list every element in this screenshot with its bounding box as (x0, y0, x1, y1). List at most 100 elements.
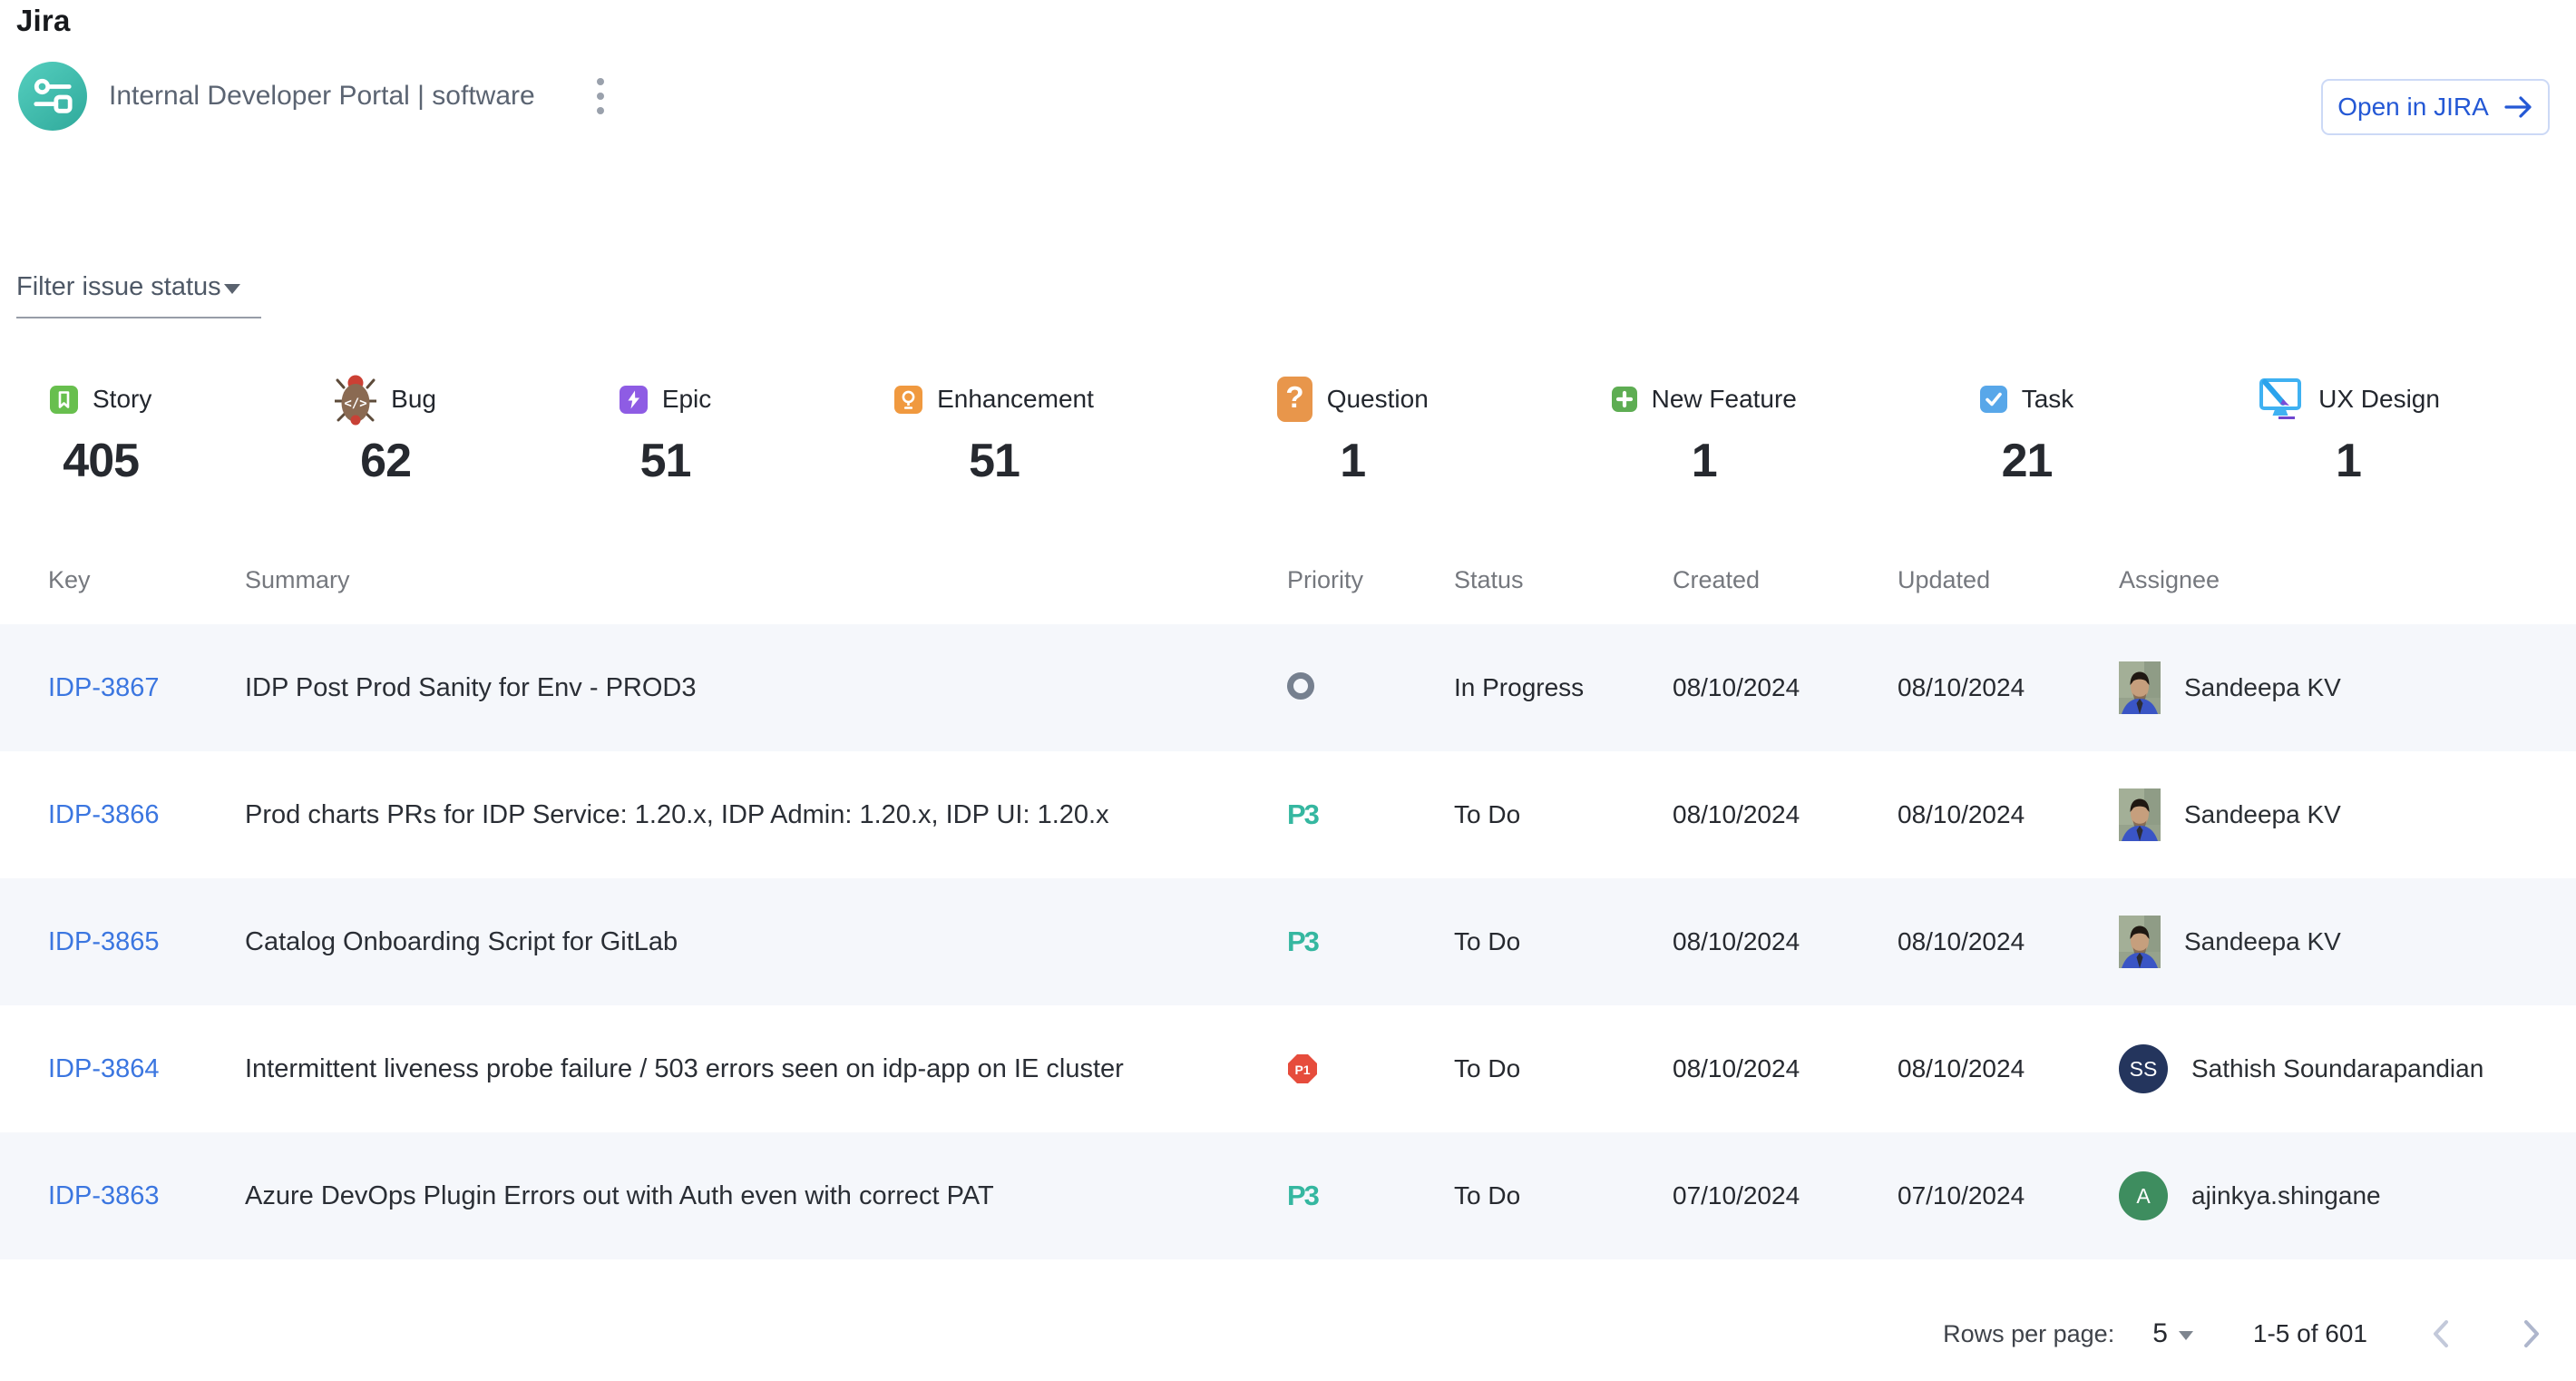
assignee-name: Sandeepa KV (2184, 673, 2341, 702)
assignee-avatar-photo (2119, 661, 2161, 714)
assignee-avatar-photo (2119, 788, 2161, 841)
counter-label: Story (93, 385, 151, 414)
issue-key-link[interactable]: IDP-3867 (48, 673, 160, 702)
counter-value: 51 (894, 434, 1094, 488)
epic-icon (620, 386, 648, 414)
issue-priority-cell (1287, 672, 1454, 704)
counter-bug: </>Bug62 (335, 372, 436, 488)
chevron-left-icon (2429, 1317, 2453, 1350)
kebab-menu-icon[interactable] (588, 69, 613, 123)
prev-page-button[interactable] (2424, 1312, 2458, 1356)
issue-created: 07/10/2024 (1673, 1181, 1898, 1210)
table-row: IDP-3863Azure DevOps Plugin Errors out w… (0, 1132, 2576, 1259)
issue-assignee-cell: Aajinkya.shingane (2119, 1171, 2549, 1220)
rows-per-page-label: Rows per page: (1943, 1320, 2114, 1348)
issue-assignee-cell: Sandeepa KV (2119, 788, 2549, 841)
priority-p3-icon: P3 (1287, 1180, 1318, 1211)
issue-summary: Intermittent liveness probe failure / 50… (245, 1054, 1287, 1084)
issue-type-counters: Story405</>Bug62Epic51Enhancement51?Ques… (0, 372, 2576, 488)
issue-updated: 08/10/2024 (1898, 927, 2119, 956)
story-icon (50, 386, 78, 414)
assignee-avatar-photo (2119, 916, 2161, 968)
column-header-summary: Summary (245, 566, 1287, 594)
column-header-status: Status (1454, 566, 1673, 594)
counter-ux-design: UX Design 1 (2257, 372, 2440, 488)
issue-status: To Do (1454, 1054, 1673, 1083)
page-title: Jira (16, 4, 71, 38)
issue-assignee-cell: Sandeepa KV (2119, 916, 2549, 968)
priority-badge-label: P1 (1294, 1063, 1310, 1077)
filter-issue-status-label: Filter issue status (16, 272, 221, 302)
assignee-avatar-initials: SS (2119, 1044, 2168, 1093)
issue-key-link[interactable]: IDP-3863 (48, 1181, 160, 1210)
table-row: IDP-3866 Prod charts PRs for IDP Service:… (0, 751, 2576, 878)
open-in-jira-button[interactable]: Open in JIRA (2321, 79, 2550, 135)
issue-updated: 08/10/2024 (1898, 1054, 2119, 1083)
question-icon: ? (1277, 377, 1312, 422)
issue-created: 08/10/2024 (1673, 927, 1898, 956)
issue-assignee-cell: SSSathish Soundarapandian (2119, 1044, 2549, 1093)
issue-updated: 07/10/2024 (1898, 1181, 2119, 1210)
bug-icon: </> (335, 373, 376, 426)
svg-text:?: ? (1285, 380, 1303, 414)
column-header-updated: Updated (1898, 566, 2119, 594)
counter-label: Question (1327, 385, 1429, 414)
priority-p3-icon: P3 (1287, 798, 1318, 830)
table-row: IDP-3867 IDP Post Prod Sanity for Env - P… (0, 624, 2576, 751)
column-header-created: Created (1673, 566, 1898, 594)
issue-priority-cell: P3 (1287, 1180, 1454, 1212)
priority-none-icon (1287, 672, 1314, 700)
issue-summary: Prod charts PRs for IDP Service: 1.20.x,… (245, 800, 1287, 830)
issue-created: 08/10/2024 (1673, 1054, 1898, 1083)
enhancement-icon (894, 386, 922, 414)
arrow-right-icon (2504, 95, 2533, 119)
column-header-key: Key (48, 566, 245, 594)
issue-priority-cell: P3 (1287, 798, 1454, 831)
issue-priority-cell: P3 (1287, 926, 1454, 958)
counter-label: Enhancement (937, 385, 1094, 414)
table-header-row: Key Summary Priority Status Created Upda… (0, 535, 2576, 624)
new-feature-icon (1612, 387, 1637, 412)
table-row: IDP-3865 Catalog Onboarding Script for Gi… (0, 878, 2576, 1005)
issue-status: In Progress (1454, 673, 1673, 702)
counter-question: ? Question 1 (1277, 372, 1429, 488)
counter-new-feature: New Feature1 (1612, 372, 1797, 488)
counter-story: Story405 (50, 372, 151, 488)
counter-label: UX Design (2318, 385, 2440, 414)
issue-key-link[interactable]: IDP-3864 (48, 1054, 160, 1083)
rows-per-page-value: 5 (2152, 1318, 2168, 1349)
counter-value: 1 (1277, 434, 1429, 488)
pagination-range: 1-5 of 601 (2253, 1319, 2367, 1348)
issues-table: Key Summary Priority Status Created Upda… (0, 535, 2576, 1259)
assignee-name: Sandeepa KV (2184, 800, 2341, 829)
issue-key-link[interactable]: IDP-3865 (48, 927, 160, 956)
priority-p1-icon: P1 (1287, 1053, 1454, 1084)
priority-p3-icon: P3 (1287, 926, 1318, 957)
issue-assignee-cell: Sandeepa KV (2119, 661, 2549, 714)
assignee-name: ajinkya.shingane (2191, 1181, 2381, 1210)
counter-value: 1 (2257, 434, 2440, 488)
counter-value: 51 (620, 434, 711, 488)
assignee-name: Sandeepa KV (2184, 927, 2341, 956)
assignee-avatar-initials: A (2119, 1171, 2168, 1220)
next-page-button[interactable] (2514, 1312, 2549, 1356)
counter-epic: Epic51 (620, 372, 711, 488)
filter-issue-status-select[interactable]: Filter issue status (16, 272, 261, 318)
counter-label: Bug (391, 385, 436, 414)
issue-summary: Catalog Onboarding Script for GitLab (245, 927, 1287, 957)
table-row: IDP-3864 Intermittent liveness probe fail… (0, 1005, 2576, 1132)
jira-project-avatar-icon (18, 62, 87, 131)
issue-summary: IDP Post Prod Sanity for Env - PROD3 (245, 673, 1287, 703)
issue-priority-cell: P1 (1287, 1053, 1454, 1084)
counter-value: 1 (1612, 434, 1797, 488)
task-icon (1980, 386, 2007, 413)
open-in-jira-label: Open in JIRA (2337, 93, 2489, 122)
issue-key-link[interactable]: IDP-3866 (48, 800, 160, 829)
counter-enhancement: Enhancement 51 (894, 372, 1094, 488)
issue-created: 08/10/2024 (1673, 800, 1898, 829)
svg-text:</>: </> (345, 397, 367, 411)
column-header-assignee: Assignee (2119, 566, 2549, 594)
column-header-priority: Priority (1287, 566, 1454, 594)
rows-per-page-select[interactable]: 5 (2152, 1318, 2193, 1349)
issue-status: To Do (1454, 927, 1673, 956)
